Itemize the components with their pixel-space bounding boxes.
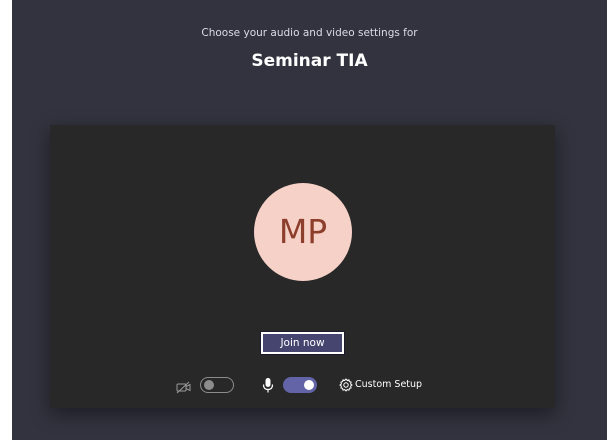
device-controls: Custom Setup: [50, 375, 555, 397]
join-now-button[interactable]: Join now: [260, 331, 345, 355]
meeting-title: Seminar TIA: [251, 51, 368, 71]
left-margin: [0, 0, 12, 440]
microphone-toggle-knob: [304, 380, 314, 390]
microphone-toggle[interactable]: [283, 377, 317, 393]
gear-icon[interactable]: [339, 377, 353, 397]
video-preview: MP Join now Custom Setup: [50, 125, 555, 408]
custom-setup-link[interactable]: Custom Setup: [355, 376, 422, 394]
camera-toggle[interactable]: [200, 377, 234, 393]
avatar: MP: [254, 183, 352, 281]
camera-off-icon: [176, 379, 192, 398]
microphone-icon: [262, 377, 274, 398]
right-margin: [607, 0, 615, 440]
pre-join-screen: Choose your audio and video settings for…: [12, 0, 607, 440]
camera-toggle-knob: [204, 380, 214, 390]
settings-subtitle: Choose your audio and video settings for: [201, 27, 418, 39]
